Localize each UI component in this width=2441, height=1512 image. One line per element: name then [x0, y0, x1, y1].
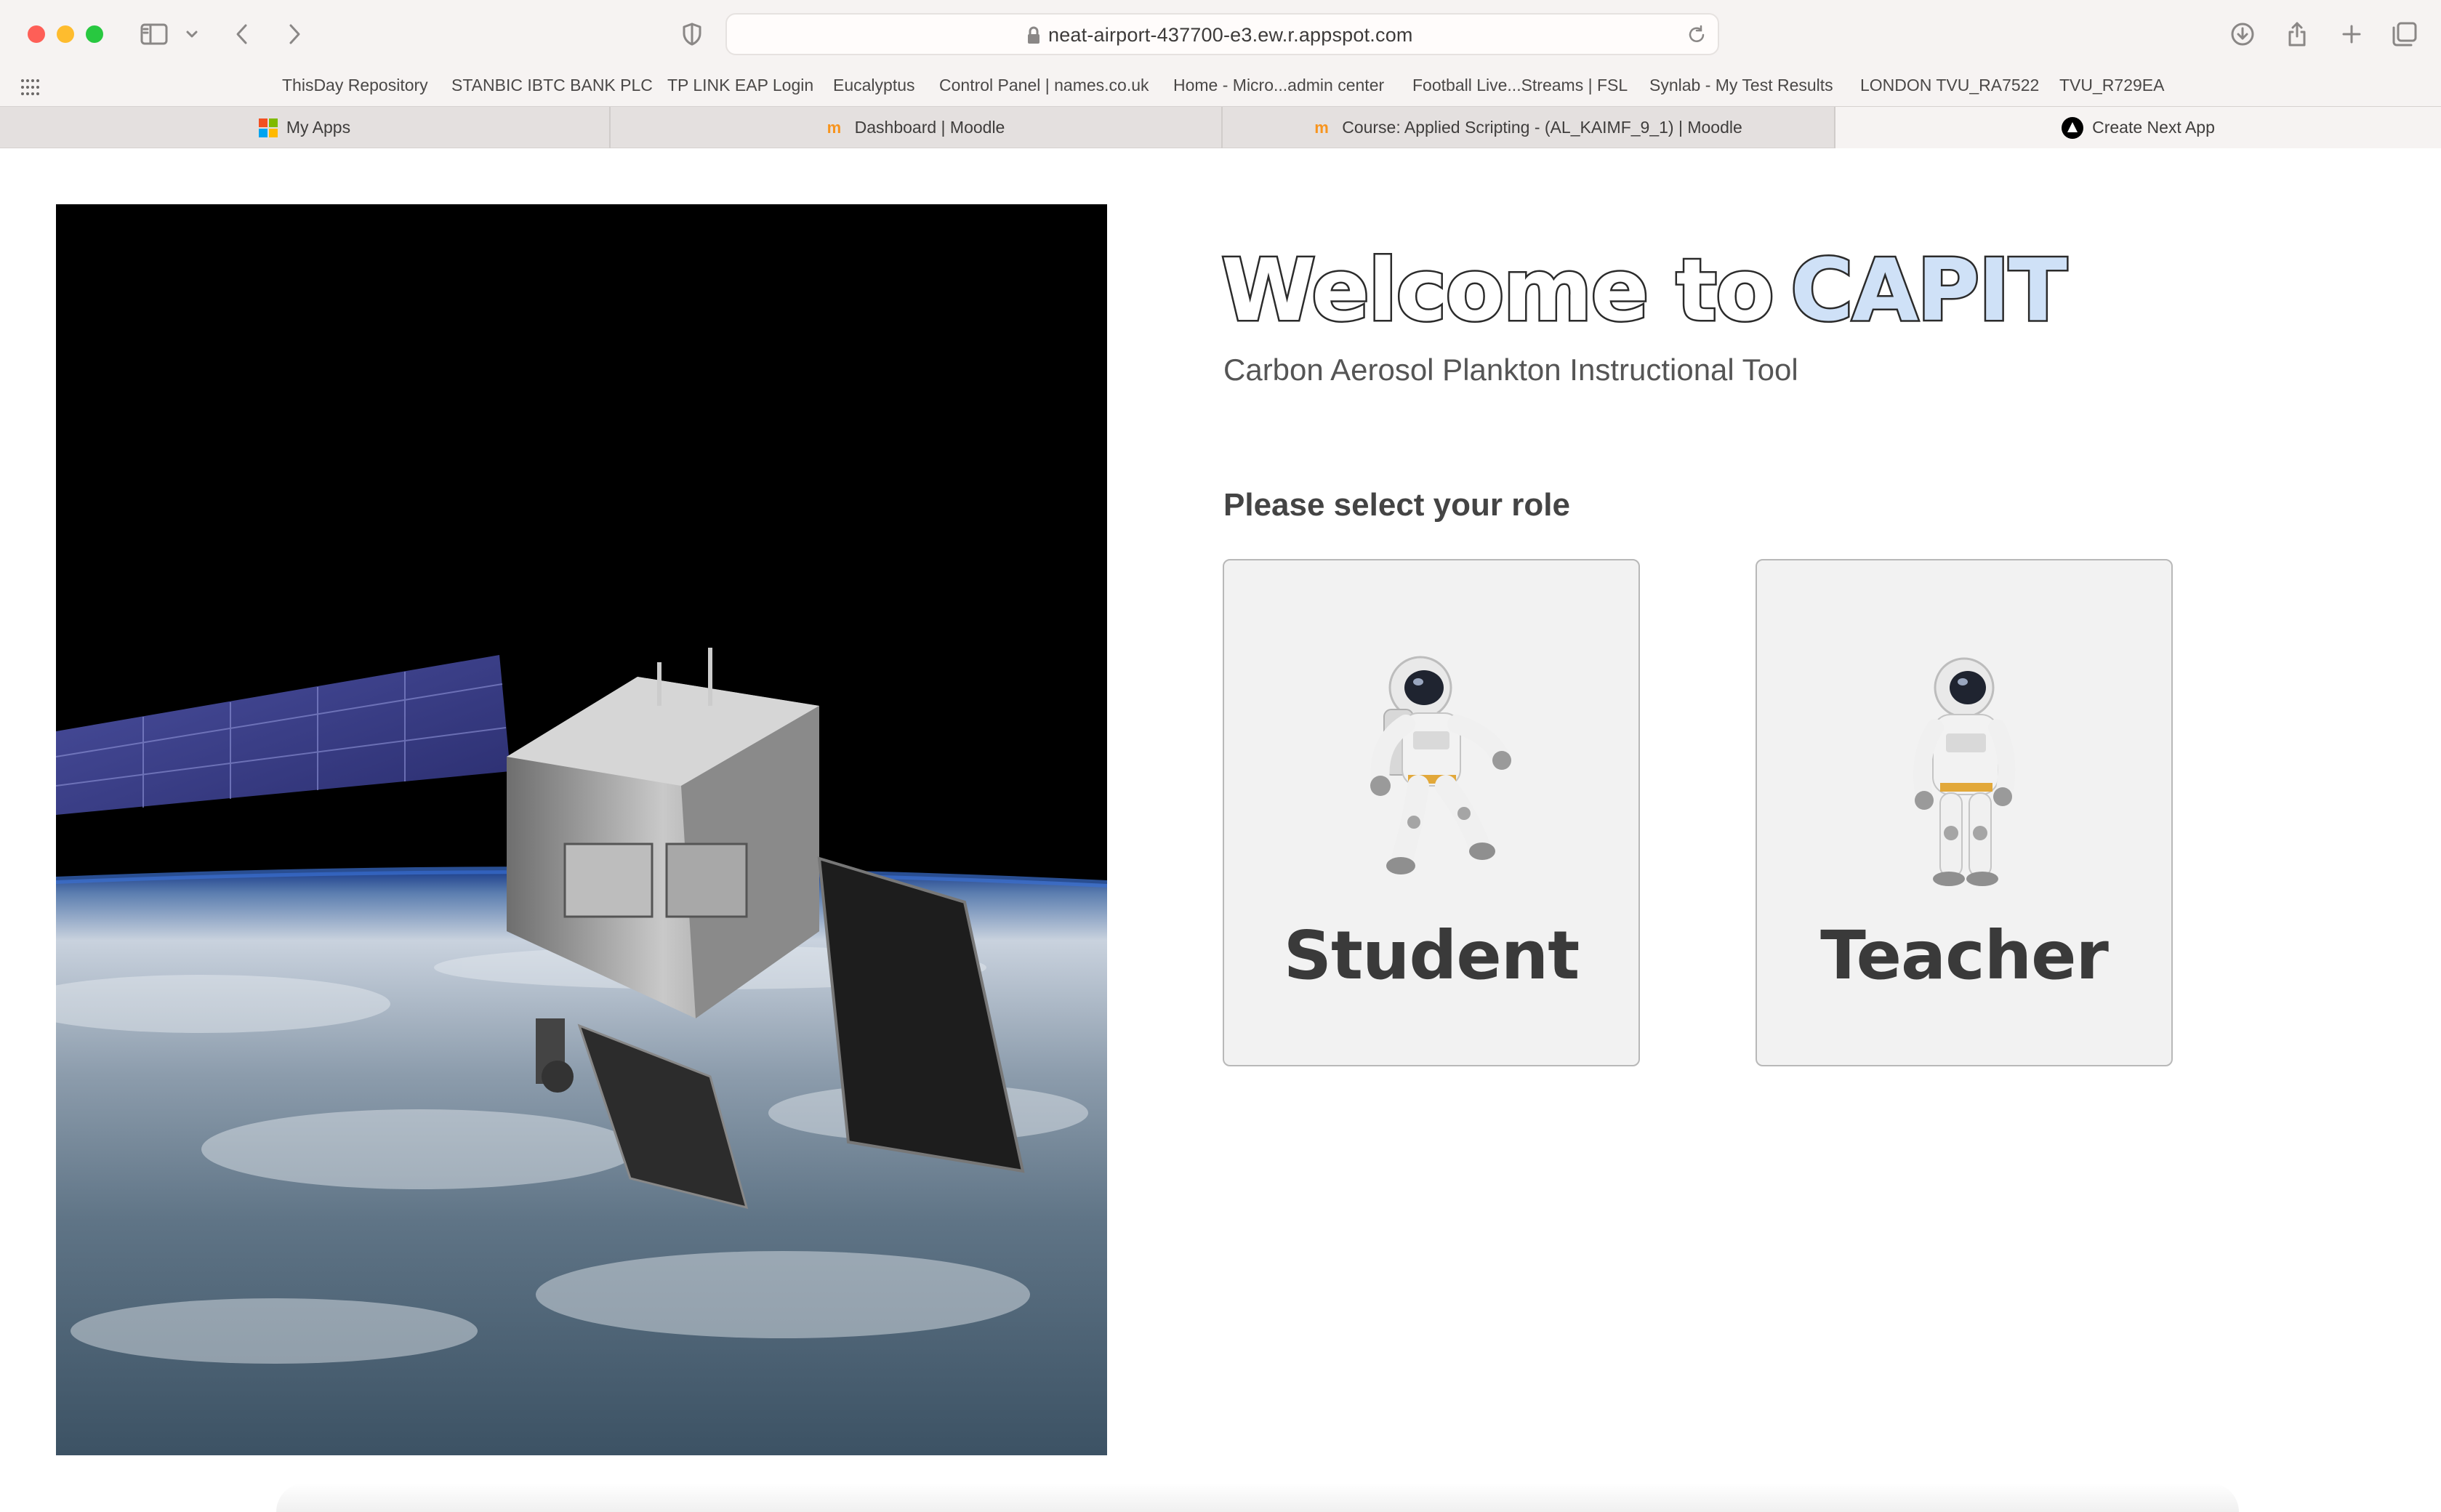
sidebar-toggle-icon[interactable] [138, 17, 172, 51]
title-capit: CAPIT [1788, 238, 2069, 342]
lock-icon [1026, 25, 1041, 49]
address-bar[interactable]: neat-airport-437700-e3.ew.r.appspot.com [725, 13, 1719, 55]
reload-icon[interactable] [1686, 24, 1708, 49]
tab-course-moodle[interactable]: m Course: Applied Scripting - (AL_KAIMF_… [1223, 107, 1835, 148]
privacy-shield-icon[interactable] [680, 17, 704, 51]
favorite-link[interactable]: Football Live...Streams | FSL [1412, 76, 1628, 95]
favorites-bar: ThisDay Repository STANBIC IBTC BANK PLC… [0, 68, 2441, 106]
url-text: neat-airport-437700-e3.ew.r.appspot.com [1048, 24, 1413, 46]
favorite-link[interactable]: Synlab - My Test Results [1649, 76, 1833, 95]
moodle-icon: m [1314, 118, 1329, 137]
title-welcome: Welcome to [1220, 238, 1777, 342]
favorite-link[interactable]: ThisDay Repository [282, 76, 428, 95]
favorite-link[interactable]: TP LINK EAP Login [667, 76, 813, 95]
new-tab-icon[interactable] [2337, 17, 2366, 51]
favorite-link[interactable]: STANBIC IBTC BANK PLC [451, 76, 653, 95]
student-role-button[interactable]: Student [1223, 559, 1640, 1066]
zoom-window-button[interactable] [86, 25, 103, 43]
page-title: Welcome to CAPIT [1220, 238, 2070, 342]
forward-icon[interactable] [283, 17, 305, 51]
nextjs-icon [2062, 116, 2084, 139]
minimize-window-button[interactable] [57, 25, 74, 43]
astronaut-standing-icon [1902, 648, 2026, 891]
tab-overview-icon[interactable] [2390, 17, 2419, 51]
favorite-link[interactable]: TVU_R729EA [2059, 76, 2164, 95]
favorite-link[interactable]: LONDON TVU_RA7522 [1860, 76, 2039, 95]
tab-create-next-app[interactable]: Create Next App [1835, 107, 2441, 148]
tab-label: Dashboard | Moodle [854, 118, 1005, 137]
tab-dashboard-moodle[interactable]: m Dashboard | Moodle [611, 107, 1223, 148]
tab-bar: My Apps m Dashboard | Moodle m Course: A… [0, 106, 2441, 148]
moodle-icon: m [827, 118, 842, 137]
tab-label: Course: Applied Scripting - (AL_KAIMF_9_… [1342, 118, 1742, 137]
chevron-down-icon[interactable] [183, 17, 201, 51]
favorite-link[interactable]: Eucalyptus [833, 76, 915, 95]
tab-my-apps[interactable]: My Apps [0, 107, 611, 148]
tab-label: Create Next App [2092, 118, 2215, 137]
page-bottom-shadow [276, 1483, 2239, 1512]
apps-grid-icon[interactable] [20, 79, 39, 100]
favorite-link[interactable]: Control Panel | names.co.uk [939, 76, 1149, 95]
close-window-button[interactable] [28, 25, 45, 43]
microsoft-icon [258, 118, 278, 137]
teacher-role-button[interactable]: Teacher [1756, 559, 2173, 1066]
teacher-label: Teacher [1820, 917, 2109, 994]
downloads-icon[interactable] [2228, 17, 2257, 51]
browser-toolbar: neat-airport-437700-e3.ew.r.appspot.com [0, 0, 2441, 68]
back-icon[interactable] [231, 17, 253, 51]
role-prompt: Please select your role [1223, 487, 1570, 523]
share-icon[interactable] [2283, 17, 2312, 51]
page-subtitle: Carbon Aerosol Plankton Instructional To… [1223, 353, 1798, 387]
satellite-hero-image [56, 204, 1107, 1455]
student-label: Student [1283, 917, 1580, 994]
tab-label: My Apps [286, 118, 351, 137]
astronaut-floating-icon [1351, 648, 1511, 884]
favorite-link[interactable]: Home - Micro...admin center [1173, 76, 1384, 95]
